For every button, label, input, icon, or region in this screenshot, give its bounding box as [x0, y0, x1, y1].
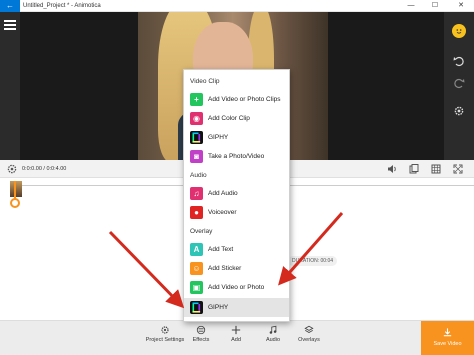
download-icon	[443, 328, 452, 337]
fullscreen-icon[interactable]	[452, 163, 464, 175]
music-note-icon	[269, 325, 277, 334]
menu-item-label: Add Video or Photo	[208, 284, 265, 291]
clip-thumbnail[interactable]	[10, 181, 22, 197]
title-bar: ← Untitled_Project * - Animotica — ☐ ✕	[0, 0, 474, 12]
microphone-icon: ●	[190, 206, 203, 219]
menu-item-label: Add Sticker	[208, 265, 242, 272]
menu-item-giphy-overlay[interactable]: GIPHY	[184, 298, 289, 317]
menu-item-label: Add Video or Photo Clips	[208, 96, 281, 103]
image-icon: ▣	[190, 281, 203, 294]
section-title-overlay: Overlay	[190, 228, 213, 235]
undo-icon[interactable]	[452, 54, 466, 68]
hamburger-menu-icon[interactable]	[4, 20, 16, 30]
redo-icon[interactable]	[452, 76, 466, 90]
menu-item-giphy-clip[interactable]: GIPHY	[184, 128, 289, 147]
giphy-icon	[190, 131, 203, 144]
menu-item-label: Add Color Clip	[208, 115, 250, 122]
music-note-icon: ♫	[190, 187, 203, 200]
text-icon: A	[190, 243, 203, 256]
copy-icon[interactable]	[408, 163, 420, 175]
minimize-button[interactable]: —	[400, 0, 422, 12]
camera-icon: ◙	[190, 150, 203, 163]
volume-icon[interactable]	[386, 163, 398, 175]
sticker-icon: ☺	[190, 262, 203, 275]
menu-item-add-audio[interactable]: ♫ Add Audio	[184, 184, 289, 203]
menu-item-add-video-or-photo-clips[interactable]: + Add Video or Photo Clips	[184, 90, 289, 109]
save-video-label: Save Video	[433, 341, 462, 347]
palette-icon: ◉	[190, 112, 203, 125]
settings-gear-icon[interactable]	[452, 104, 466, 118]
project-settings-label: Project Settings	[145, 337, 185, 343]
bottom-toolbar: Project Settings Effects Add Audio Overl…	[0, 320, 474, 355]
timecode: 0:0:0.00 / 0:0:4.00	[22, 166, 67, 172]
project-settings-button[interactable]: Project Settings	[145, 325, 185, 343]
menu-item-label: GIPHY	[208, 304, 229, 311]
emoji-feedback-icon[interactable]	[452, 24, 466, 38]
add-menu-popup: Video Clip + Add Video or Photo Clips ◉ …	[183, 69, 290, 322]
grid-icon[interactable]	[430, 163, 442, 175]
menu-item-add-color-clip[interactable]: ◉ Add Color Clip	[184, 109, 289, 128]
playback-settings-icon[interactable]	[6, 163, 18, 175]
menu-item-label: Take a Photo/Video	[208, 153, 265, 160]
overlays-label: Overlays	[298, 337, 320, 343]
right-sidebar	[444, 12, 474, 160]
menu-item-voiceover[interactable]: ● Voiceover	[184, 203, 289, 222]
menu-item-label: GIPHY	[208, 134, 229, 141]
layers-icon	[304, 325, 314, 333]
effects-label: Effects	[192, 337, 210, 343]
playhead-handle[interactable]	[10, 198, 20, 208]
menu-item-label: Add Text	[208, 246, 234, 253]
menu-item-add-video-or-photo-overlay[interactable]: ▣ Add Video or Photo	[184, 278, 289, 297]
menu-item-label: Add Audio	[208, 190, 238, 197]
audio-button[interactable]: Audio	[253, 325, 293, 343]
duration-label: DURATION: 00:04	[288, 256, 338, 266]
gear-icon	[161, 326, 169, 334]
menu-item-add-sticker[interactable]: ☺ Add Sticker	[184, 259, 289, 278]
section-title-audio: Audio	[190, 172, 207, 179]
giphy-icon	[190, 301, 203, 314]
add-label: Add	[231, 337, 241, 343]
back-button[interactable]: ←	[0, 0, 20, 12]
overlays-button[interactable]: Overlays	[289, 325, 329, 343]
menu-item-take-photo-video[interactable]: ◙ Take a Photo/Video	[184, 147, 289, 166]
window-title: Untitled_Project * - Animotica	[23, 3, 101, 9]
animotica-app: ← Untitled_Project * - Animotica — ☐ ✕ 0…	[0, 0, 474, 355]
plus-icon: +	[190, 93, 203, 106]
audio-label: Audio	[265, 337, 281, 343]
section-title-video-clip: Video Clip	[190, 78, 220, 85]
effects-icon	[196, 325, 206, 335]
maximize-button[interactable]: ☐	[424, 0, 446, 12]
effects-button[interactable]: Effects	[181, 325, 221, 343]
menu-item-add-text[interactable]: A Add Text	[184, 240, 289, 259]
left-sidebar	[0, 12, 20, 160]
save-video-button[interactable]: Save Video	[421, 321, 474, 355]
plus-icon	[231, 325, 241, 335]
add-button[interactable]: Add	[216, 325, 256, 343]
menu-item-label: Voiceover	[208, 209, 237, 216]
playhead-line	[14, 181, 16, 199]
close-button[interactable]: ✕	[450, 0, 472, 12]
